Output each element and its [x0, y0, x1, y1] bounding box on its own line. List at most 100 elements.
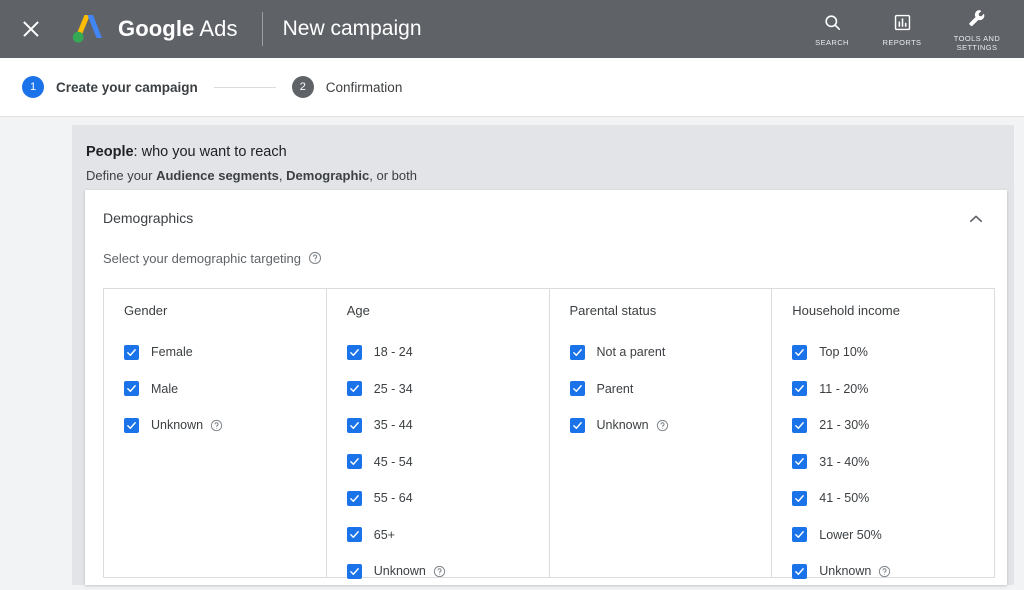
option-row[interactable]: 55 - 64	[347, 480, 549, 517]
checkbox-top-10[interactable]	[792, 345, 807, 360]
option-label: 45 - 54	[374, 455, 413, 469]
help-circle-icon[interactable]	[878, 565, 891, 578]
option-row[interactable]: 11 - 20%	[792, 371, 994, 408]
option-row[interactable]: Unknown	[570, 407, 772, 444]
option-label: 55 - 64	[374, 491, 413, 505]
appbar-subtitle: New campaign	[283, 17, 422, 41]
people-sub-audience-segments: Audience segments	[156, 168, 279, 183]
search-icon	[823, 11, 842, 33]
reports-label: REPORTS	[883, 38, 922, 47]
option-label: Unknown	[819, 564, 871, 578]
option-row[interactable]: Unknown	[792, 553, 994, 590]
step-confirmation[interactable]: 2 Confirmation	[292, 76, 403, 98]
checkbox-41-50[interactable]	[792, 491, 807, 506]
option-label: Female	[151, 345, 193, 359]
checkbox-18-24[interactable]	[347, 345, 362, 360]
demographics-card-title: Demographics	[103, 210, 193, 226]
close-icon[interactable]	[18, 16, 44, 42]
option-label: 31 - 40%	[819, 455, 869, 469]
help-circle-icon[interactable]	[656, 419, 669, 432]
checkbox-unknown[interactable]	[124, 418, 139, 433]
page-body: People: who you want to reach Define you…	[0, 118, 1024, 585]
checkbox-not-a-parent[interactable]	[570, 345, 585, 360]
option-label: 41 - 50%	[819, 491, 869, 505]
google-ads-logo	[66, 9, 108, 49]
option-label: Unknown	[151, 418, 203, 432]
checkbox-21-30[interactable]	[792, 418, 807, 433]
step-2-number: 2	[292, 76, 314, 98]
demographics-column-age: Age18 - 2425 - 3435 - 4445 - 5455 - 6465…	[327, 289, 550, 577]
option-row[interactable]: 35 - 44	[347, 407, 549, 444]
step-1-label: Create your campaign	[56, 80, 198, 95]
checkbox-unknown[interactable]	[792, 564, 807, 579]
option-label: Unknown	[374, 564, 426, 578]
checkbox-45-54[interactable]	[347, 454, 362, 469]
column-title: Gender	[124, 303, 326, 318]
checkbox-55-64[interactable]	[347, 491, 362, 506]
help-circle-icon[interactable]	[308, 251, 322, 265]
option-label: Parent	[597, 382, 634, 396]
brand-google: Google	[118, 16, 194, 41]
checkbox-male[interactable]	[124, 381, 139, 396]
step-create-your-campaign[interactable]: 1 Create your campaign	[22, 76, 198, 98]
tools-and-settings-button[interactable]: TOOLS AND SETTINGS	[940, 7, 1014, 52]
checkbox-65[interactable]	[347, 527, 362, 542]
help-circle-icon[interactable]	[433, 565, 446, 578]
checkbox-unknown[interactable]	[347, 564, 362, 579]
reports-button[interactable]: REPORTS	[870, 11, 934, 47]
option-row[interactable]: 18 - 24	[347, 334, 549, 371]
option-row[interactable]: Female	[124, 334, 326, 371]
option-label: Male	[151, 382, 178, 396]
column-title: Household income	[792, 303, 994, 318]
option-row[interactable]: 45 - 54	[347, 444, 549, 481]
option-label: 65+	[374, 528, 395, 542]
demographics-subtitle-row: Select your demographic targeting	[85, 246, 1007, 270]
demographics-grid: GenderFemaleMaleUnknownAge18 - 2425 - 34…	[103, 288, 995, 578]
checkbox-female[interactable]	[124, 345, 139, 360]
option-row[interactable]: Male	[124, 371, 326, 408]
step-1-number: 1	[22, 76, 44, 98]
brand-ads: Ads	[199, 16, 237, 41]
people-sub-post: , or both	[369, 168, 417, 183]
demographics-card-header: Demographics	[85, 190, 1007, 246]
people-subtitle: Define your Audience segments, Demograph…	[86, 167, 1014, 185]
option-row[interactable]: Top 10%	[792, 334, 994, 371]
checkbox-35-44[interactable]	[347, 418, 362, 433]
people-sub-pre: Define your	[86, 168, 156, 183]
people-title: People: who you want to reach	[86, 143, 1014, 162]
people-title-bold: People	[86, 144, 134, 160]
option-row[interactable]: Unknown	[124, 407, 326, 444]
option-row[interactable]: 21 - 30%	[792, 407, 994, 444]
wrench-icon	[967, 7, 987, 29]
checkbox-25-34[interactable]	[347, 381, 362, 396]
chevron-up-icon[interactable]	[963, 206, 989, 232]
option-label: Not a parent	[597, 345, 666, 359]
option-row[interactable]: Unknown	[347, 553, 549, 590]
checkbox-11-20[interactable]	[792, 381, 807, 396]
demographics-card: Demographics Select your demographic tar…	[85, 190, 1007, 585]
option-row[interactable]: 65+	[347, 517, 549, 554]
checkbox-parent[interactable]	[570, 381, 585, 396]
option-row[interactable]: 41 - 50%	[792, 480, 994, 517]
brand-title: Google Ads	[118, 16, 238, 42]
people-title-rest: : who you want to reach	[134, 144, 287, 160]
checkbox-31-40[interactable]	[792, 454, 807, 469]
help-circle-icon[interactable]	[210, 419, 223, 432]
checkbox-unknown[interactable]	[570, 418, 585, 433]
option-row[interactable]: Parent	[570, 371, 772, 408]
option-label: 25 - 34	[374, 382, 413, 396]
option-label: 11 - 20%	[819, 382, 868, 396]
reports-icon	[893, 11, 912, 33]
option-label: 18 - 24	[374, 345, 413, 359]
option-row[interactable]: Lower 50%	[792, 517, 994, 554]
tools-and-settings-label: TOOLS AND SETTINGS	[954, 34, 1000, 52]
search-button[interactable]: SEARCH	[800, 11, 864, 47]
option-row[interactable]: Not a parent	[570, 334, 772, 371]
option-row[interactable]: 25 - 34	[347, 371, 549, 408]
option-label: Lower 50%	[819, 528, 882, 542]
option-row[interactable]: 31 - 40%	[792, 444, 994, 481]
checkbox-lower-50[interactable]	[792, 527, 807, 542]
option-label: 35 - 44	[374, 418, 413, 432]
appbar-divider	[262, 12, 263, 46]
app-bar: Google Ads New campaign SEARCH REPORTS	[0, 0, 1024, 58]
